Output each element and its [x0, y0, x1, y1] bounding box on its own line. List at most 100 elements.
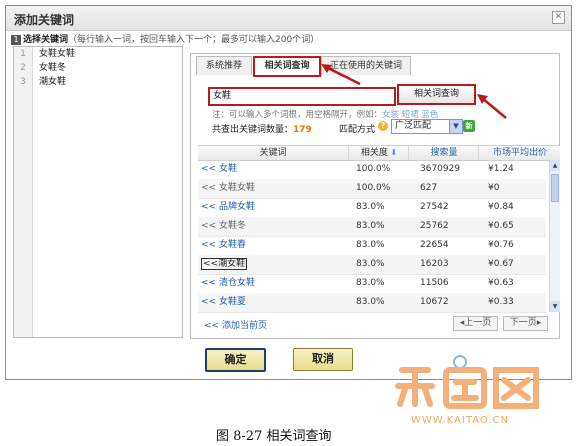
add-prefix: << — [201, 278, 217, 288]
line-number: 2 — [14, 61, 33, 75]
keyword-cell[interactable]: <<潮女鞋 — [201, 255, 248, 274]
add-prefix: << — [203, 259, 219, 269]
add-current-page-link[interactable]: << 添加当前页 — [204, 318, 267, 331]
list-item: 3 潮女鞋 — [14, 75, 182, 89]
watermark-url: WWW.KAITAO.CN — [411, 415, 509, 426]
close-icon[interactable]: ✕ — [552, 11, 565, 24]
keyword-text: 清仓女鞋 — [218, 278, 255, 288]
line-number: 3 — [14, 75, 33, 89]
price-cell: ¥0.63 — [488, 278, 514, 288]
search-volume-cell: 22654 — [420, 240, 449, 250]
add-prefix: << — [201, 164, 217, 174]
col-relevance[interactable]: 相关度 ⬇ — [348, 146, 409, 160]
keyword-cell[interactable]: << 品牌女鞋 — [201, 198, 255, 217]
price-cell: ¥0.67 — [488, 259, 514, 269]
relevance-cell: 83.0% — [356, 240, 385, 250]
relevance-cell: 83.0% — [356, 297, 385, 307]
keyword-text: 女鞋冬 — [39, 63, 67, 73]
table-row[interactable]: << 女鞋 100.0% 3670929 ¥1.24 — [198, 160, 546, 180]
keyword-text: 女鞋女鞋 — [218, 183, 255, 193]
relevance-cell: 83.0% — [356, 221, 385, 231]
keyword-cell[interactable]: << 女鞋 — [201, 160, 237, 179]
kaitao-logo-watermark — [395, 355, 539, 409]
line-number: 1 — [14, 47, 33, 61]
scroll-down-icon[interactable]: ▼ — [550, 301, 560, 312]
keyword-cell[interactable]: << 女鞋夏 — [201, 293, 246, 312]
table-row[interactable]: << 女鞋冬 83.0% 25762 ¥0.65 — [198, 217, 546, 237]
price-cell: ¥0.76 — [488, 240, 514, 250]
scroll-up-icon[interactable]: ▲ — [550, 160, 560, 171]
relevance-cell: 83.0% — [356, 259, 385, 269]
add-prefix: << — [201, 240, 217, 250]
relevance-cell: 100.0% — [356, 183, 391, 193]
keyword-text: 女鞋春 — [218, 240, 246, 250]
price-cell: ¥1.24 — [488, 164, 514, 174]
keyword-cell[interactable]: << 女鞋冬 — [201, 217, 246, 236]
match-label: 匹配方式 — [339, 125, 376, 135]
search-volume-cell: 3670929 — [420, 164, 461, 174]
keyword-text: 女鞋 — [218, 164, 237, 174]
table-row[interactable]: << 女鞋夏 83.0% 10672 ¥0.33 — [198, 293, 546, 313]
table-header: 关键词 相关度 ⬇ 搜索量 市场平均出价 — [198, 145, 560, 161]
dialog-titlebar: 添加关键词 ✕ — [6, 6, 571, 31]
search-volume-cell: 27542 — [420, 202, 449, 212]
table-row[interactable]: << 女鞋春 83.0% 22654 ¥0.76 — [198, 236, 546, 256]
ok-button[interactable]: 确定 — [205, 348, 266, 372]
instruction-line: 1 选择关键词（每行输入一词，按回车输入下一个；最多可以输入200个词） — [11, 32, 319, 45]
table-row[interactable]: << 清仓女鞋 83.0% 11506 ¥0.63 — [198, 274, 546, 294]
scroll-thumb[interactable] — [551, 174, 559, 202]
annotation-arrow-tab — [321, 64, 361, 86]
keyword-table: 关键词 相关度 ⬇ 搜索量 市场平均出价 << 女鞋 100.0% 367092… — [198, 145, 560, 313]
add-prefix: << — [201, 297, 217, 307]
search-input[interactable]: 女鞋 — [208, 87, 396, 106]
annotation-arrow-button — [477, 94, 507, 119]
next-page-button[interactable]: 下一页▸ — [503, 316, 548, 331]
list-item: 2 女鞋冬 — [14, 61, 182, 75]
instruction-hint: （每行输入一词，按回车输入下一个；最多可以输入200个词） — [68, 35, 320, 45]
dialog-title: 添加关键词 — [14, 13, 75, 27]
keyword-selected: <<潮女鞋 — [201, 258, 248, 270]
chevron-down-icon[interactable]: ▼ — [449, 120, 462, 133]
search-volume-cell: 11506 — [420, 278, 449, 288]
related-query-button[interactable]: 相关词查询 — [397, 84, 476, 105]
price-cell: ¥0.33 — [488, 297, 514, 307]
keyword-text: 潮女鞋 — [218, 259, 246, 269]
cancel-button[interactable]: 取消 — [293, 348, 353, 371]
tab-system-recommend[interactable]: 系统推荐 — [196, 56, 252, 75]
col-keyword[interactable]: 关键词 — [198, 146, 348, 160]
add-prefix: << — [201, 202, 217, 212]
col-avg-price[interactable]: 市场平均出价 — [478, 146, 561, 160]
search-volume-cell: 25762 — [420, 221, 449, 231]
add-prefix: << — [201, 221, 217, 231]
price-cell: ¥0 — [488, 183, 500, 193]
relevance-cell: 100.0% — [356, 164, 391, 174]
keyword-textarea[interactable]: 1 女鞋女鞋 2 女鞋冬 3 潮女鞋 — [13, 46, 183, 338]
keyword-text: 品牌女鞋 — [218, 202, 255, 212]
match-type-value: 广泛匹配 — [395, 121, 432, 131]
table-row[interactable]: << 品牌女鞋 83.0% 27542 ¥0.84 — [198, 198, 546, 218]
table-row[interactable]: <<潮女鞋 83.0% 16203 ¥0.67 — [198, 255, 546, 275]
col-relevance-label: 相关度 — [360, 148, 388, 158]
match-type-select[interactable]: 广泛匹配 ▼ — [391, 119, 463, 134]
tab-related-query[interactable]: 相关词查询 — [253, 56, 321, 77]
prev-page-button[interactable]: ◂上一页 — [453, 316, 498, 331]
keyword-cell[interactable]: << 女鞋女鞋 — [201, 179, 255, 198]
keyword-cell[interactable]: << 清仓女鞋 — [201, 274, 255, 293]
search-volume-cell: 16203 — [420, 259, 449, 269]
result-count-label: 共查出关键词数量： — [212, 125, 294, 135]
col-search-volume[interactable]: 搜索量 — [408, 146, 479, 160]
note-text: 注：可以输入多个词根，用空格隔开，例如： — [212, 110, 383, 120]
step-number: 1 — [11, 34, 21, 45]
result-count: 共查出关键词数量：179 — [212, 122, 312, 135]
add-prefix: << — [201, 183, 217, 193]
table-scrollbar[interactable]: ▲ ▼ — [549, 160, 560, 312]
help-icon[interactable]: ? — [378, 121, 388, 131]
price-cell: ¥0.65 — [488, 221, 514, 231]
keyword-text: 潮女鞋 — [39, 77, 67, 87]
table-row[interactable]: << 女鞋女鞋 100.0% 627 ¥0 — [198, 179, 546, 199]
figure-caption: 图 8-27 相关词查询 — [216, 429, 332, 444]
keyword-cell[interactable]: << 女鞋春 — [201, 236, 246, 255]
keyword-text: 女鞋夏 — [218, 297, 246, 307]
relevance-cell: 83.0% — [356, 202, 385, 212]
keyword-text: 女鞋女鞋 — [39, 49, 76, 59]
